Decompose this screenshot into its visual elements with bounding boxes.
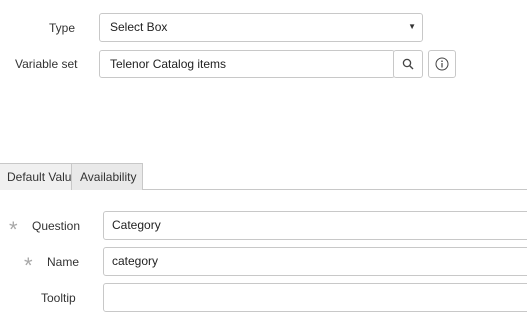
variable-set-info-button[interactable] <box>428 50 456 78</box>
type-label: Type <box>49 21 76 35</box>
question-input[interactable]: Category <box>103 211 527 240</box>
tab-availability[interactable]: Availability <box>71 163 143 190</box>
variable-set-lookup-button[interactable] <box>393 50 423 78</box>
variable-set-label: Variable set <box>15 57 78 71</box>
variable-set-value: Telenor Catalog items <box>110 57 227 71</box>
tab-default-value-label: Default Value <box>7 170 79 184</box>
type-select[interactable]: Select Box ▼ <box>99 13 423 42</box>
question-value: Category <box>112 218 161 232</box>
tab-availability-label: Availability <box>80 170 137 184</box>
tooltip-label: Tooltip <box>41 291 76 305</box>
variable-set-input[interactable]: Telenor Catalog items <box>99 50 395 78</box>
required-asterisk-icon: * <box>24 253 33 278</box>
tooltip-input[interactable] <box>103 283 527 312</box>
caret-down-icon: ▼ <box>408 22 416 31</box>
name-value: category <box>112 254 159 268</box>
type-select-value: Select Box <box>110 20 168 34</box>
search-icon <box>402 58 414 70</box>
name-input[interactable]: category <box>103 247 527 276</box>
question-label: Question <box>32 219 81 233</box>
info-icon <box>435 57 449 71</box>
tab-default-value[interactable]: Default Value <box>0 163 78 190</box>
name-label: Name <box>47 255 80 269</box>
required-asterisk-icon: * <box>9 217 18 242</box>
